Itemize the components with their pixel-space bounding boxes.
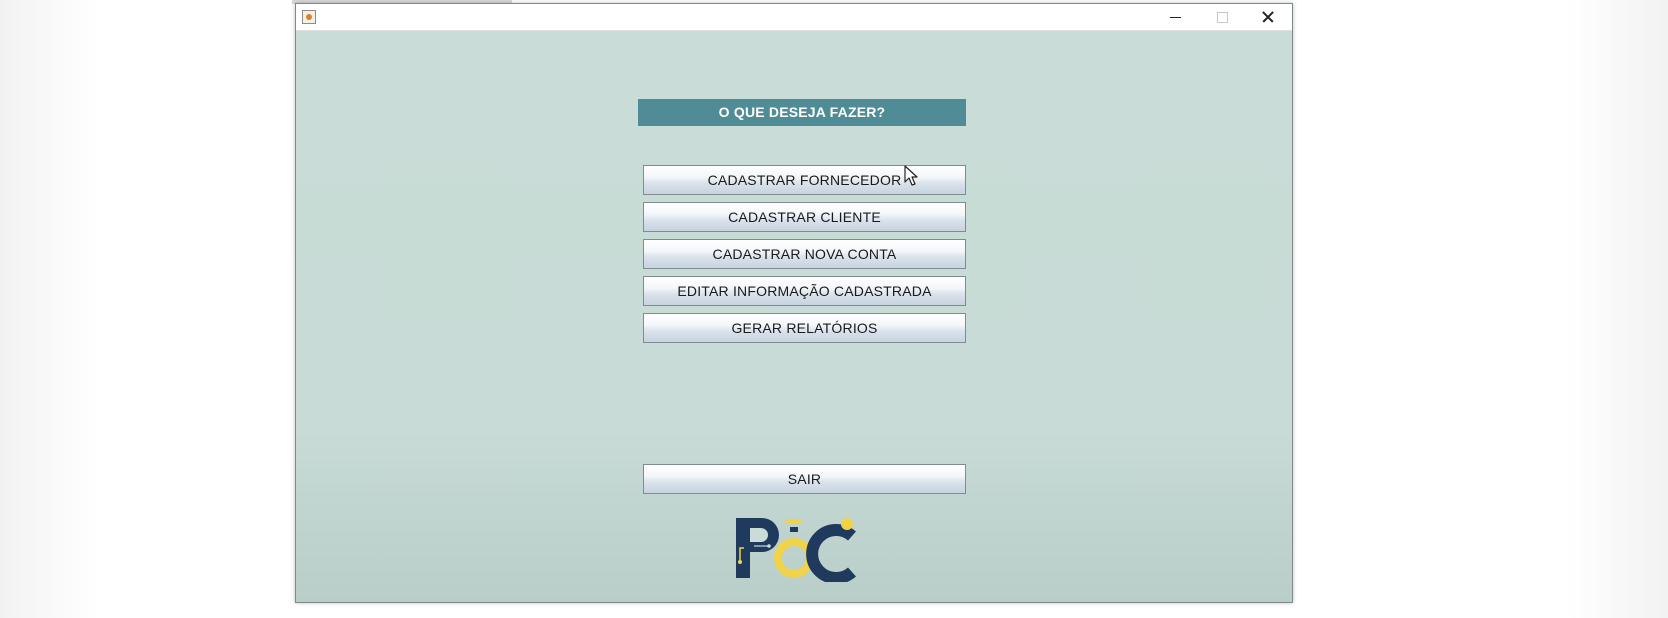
mouse-cursor-icon (904, 165, 918, 186)
window-titlebar (296, 4, 1292, 31)
main-panel: O QUE DESEJA FAZER? CADASTRAR FORNECEDOR… (296, 31, 1292, 602)
edit-information-button[interactable]: EDITAR INFORMAÇÃO CADASTRADA (643, 276, 966, 306)
minimize-icon[interactable] (1153, 4, 1199, 30)
maximize-icon[interactable] (1199, 4, 1245, 30)
generate-reports-button[interactable]: GERAR RELATÓRIOS (643, 313, 966, 343)
poc-logo (736, 518, 856, 582)
register-account-button[interactable]: CADASTRAR NOVA CONTA (643, 239, 966, 269)
page-title: O QUE DESEJA FAZER? (638, 99, 966, 126)
exit-button[interactable]: SAIR (643, 464, 966, 494)
register-client-button[interactable]: CADASTRAR CLIENTE (643, 202, 966, 232)
app-window: O QUE DESEJA FAZER? CADASTRAR FORNECEDOR… (295, 3, 1293, 603)
java-app-icon[interactable] (302, 10, 316, 24)
close-icon[interactable] (1245, 4, 1291, 30)
